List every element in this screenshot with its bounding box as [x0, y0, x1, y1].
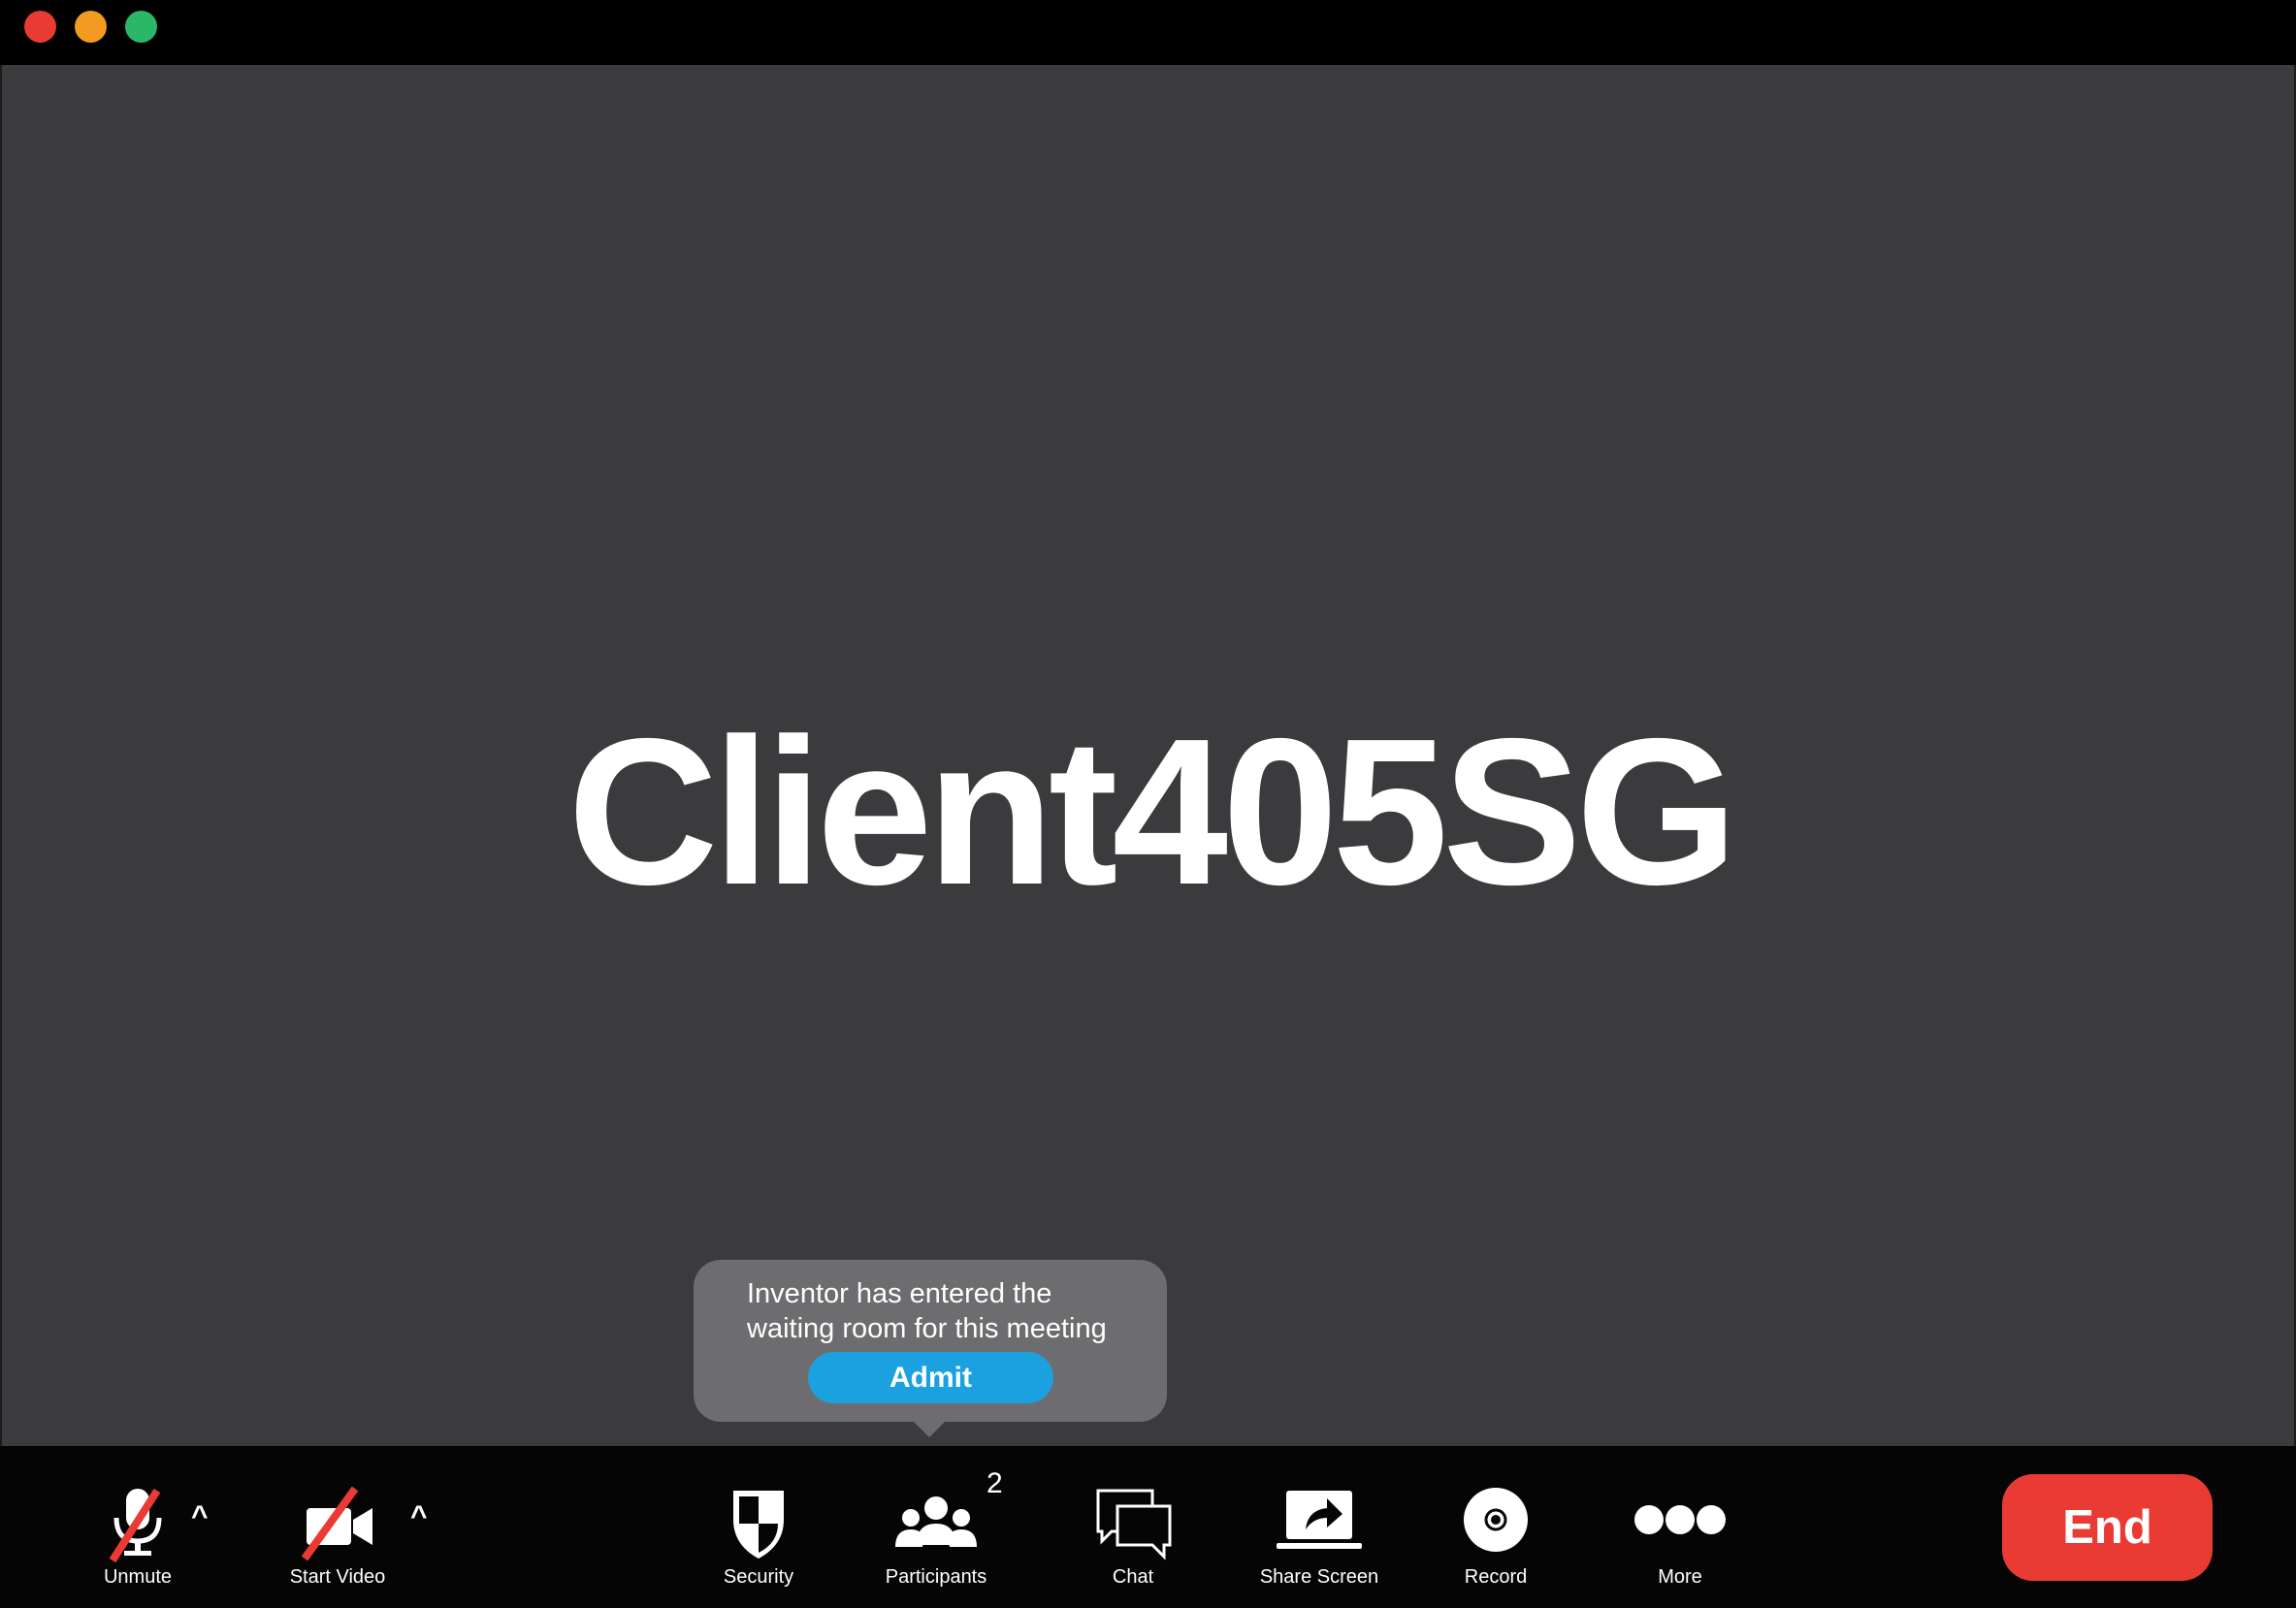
video-options-caret[interactable]: ^ [410, 1500, 428, 1533]
share-screen-button[interactable]: Share Screen [1251, 1446, 1387, 1608]
end-meeting-button[interactable]: End [2002, 1474, 2213, 1581]
audio-options-caret[interactable]: ^ [191, 1500, 209, 1533]
window-titlebar [0, 0, 2296, 65]
record-label: Record [1464, 1566, 1528, 1588]
more-button[interactable]: More [1622, 1446, 1738, 1608]
security-button[interactable]: Security [700, 1446, 817, 1608]
chat-button[interactable]: Chat [1075, 1446, 1191, 1608]
chat-label: Chat [1112, 1566, 1154, 1588]
waiting-room-notification: Inventor has entered the waiting room fo… [694, 1260, 1167, 1437]
more-dots-icon [1634, 1505, 1726, 1534]
video-off-icon [301, 1486, 372, 1561]
record-icon [1464, 1488, 1528, 1552]
chat-bubbles-icon [1096, 1489, 1172, 1560]
admit-button[interactable]: Admit [808, 1352, 1053, 1403]
minimize-window-button[interactable] [75, 11, 107, 43]
participants-button[interactable]: Participants [873, 1446, 999, 1608]
microphone-muted-icon [109, 1488, 162, 1562]
shield-icon [733, 1491, 784, 1559]
participants-icon [895, 1496, 977, 1547]
unmute-label: Unmute [103, 1566, 173, 1588]
video-stage: Client405SG [0, 65, 2296, 1446]
unmute-button[interactable]: Unmute [80, 1446, 196, 1608]
security-label: Security [723, 1566, 794, 1588]
waiting-room-message: Inventor has entered the waiting room fo… [747, 1278, 1107, 1344]
record-button[interactable]: Record [1438, 1446, 1554, 1608]
start-video-label: Start Video [289, 1566, 386, 1588]
more-label: More [1658, 1566, 1702, 1588]
participants-label: Participants [885, 1566, 987, 1588]
share-screen-label: Share Screen [1259, 1566, 1379, 1588]
participant-name: Client405SG [567, 694, 1738, 928]
zoom-window-button[interactable] [125, 11, 157, 43]
participant-count: 2 [986, 1467, 1003, 1499]
start-video-button[interactable]: Start Video [279, 1446, 396, 1608]
close-window-button[interactable] [24, 11, 56, 43]
share-screen-icon [1277, 1491, 1362, 1549]
meeting-toolbar: Unmute ^ Start Video ^ Security Particip [0, 1446, 2296, 1608]
